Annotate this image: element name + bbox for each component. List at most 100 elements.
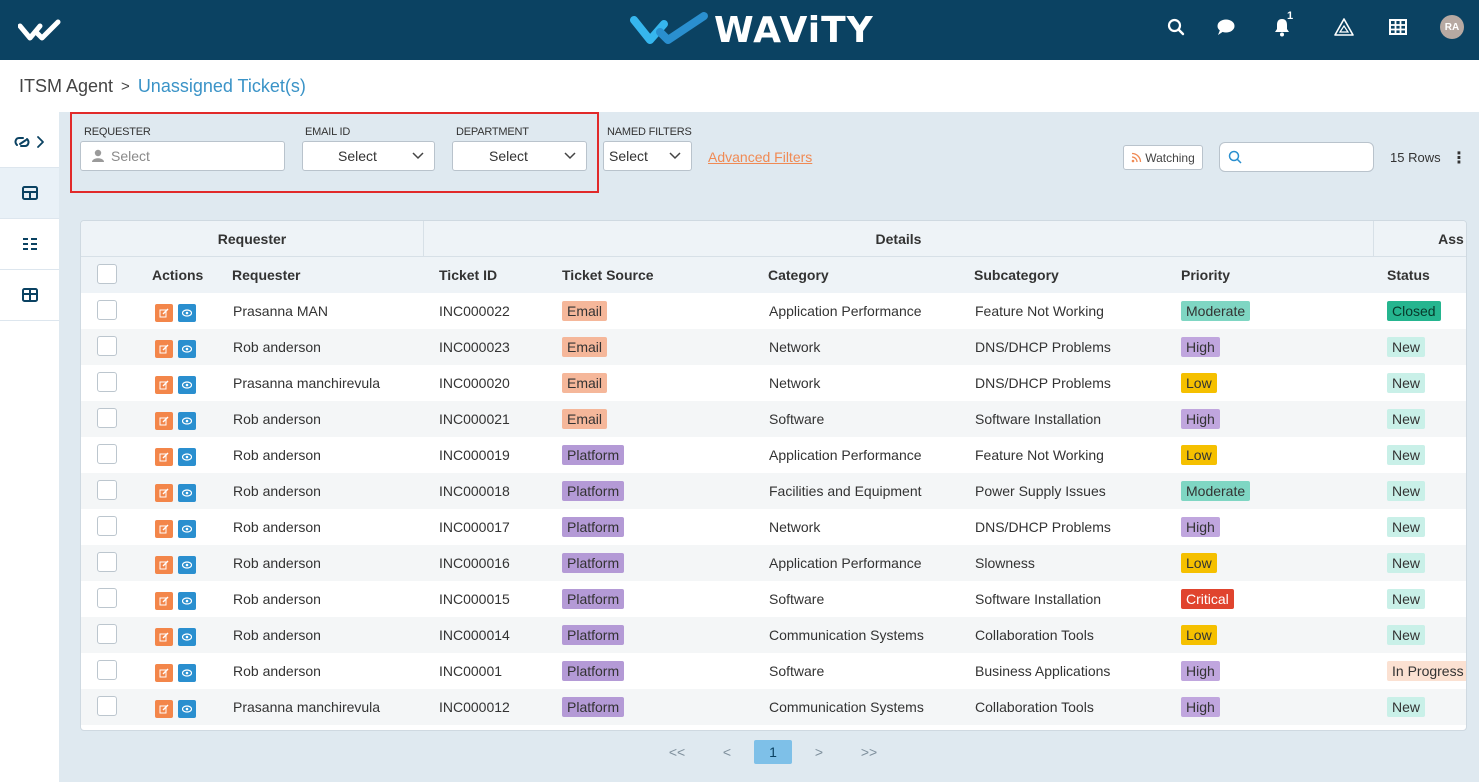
table-row[interactable]: Rob anderson INC000021 Email Software Softwa… <box>81 401 1466 437</box>
table-row[interactable]: Rob anderson INC000018 Platform Facilities … <box>81 473 1466 509</box>
edit-icon[interactable] <box>155 484 173 502</box>
cell-category: Application Performance <box>769 303 922 319</box>
cell-requester: Rob anderson <box>233 627 321 643</box>
row-checkbox[interactable] <box>97 300 117 320</box>
cell-ticket-id[interactable]: INC000020 <box>439 365 510 401</box>
cell-ticket-id[interactable]: INC000017 <box>439 509 510 545</box>
cell-ticket-id[interactable]: INC000014 <box>439 617 510 653</box>
cell-ticket-id[interactable]: INC000016 <box>439 545 510 581</box>
cell-ticket-id[interactable]: INC000012 <box>439 689 510 725</box>
rail-table-view[interactable] <box>0 168 59 219</box>
table-row[interactable]: Prasanna manchirevula INC000020 Email Netwo… <box>81 365 1466 401</box>
col-ticket-id[interactable]: Ticket ID <box>439 257 497 293</box>
view-icon[interactable] <box>178 412 196 430</box>
row-checkbox[interactable] <box>97 480 117 500</box>
table-row[interactable]: Rob anderson INC000016 Platform Application… <box>81 545 1466 581</box>
edit-icon[interactable] <box>155 628 173 646</box>
col-status[interactable]: Status <box>1387 257 1430 293</box>
apps-grid-icon[interactable] <box>1385 14 1411 40</box>
next-page-button[interactable]: > <box>809 740 829 764</box>
table-row[interactable]: Rob anderson INC000014 Platform Communicati… <box>81 617 1466 653</box>
requester-filter-input[interactable]: Select <box>80 141 285 171</box>
select-all-checkbox[interactable] <box>97 264 117 284</box>
row-checkbox[interactable] <box>97 408 117 428</box>
prev-page-button[interactable]: < <box>717 740 737 764</box>
rows-count[interactable]: 15 Rows <box>1390 150 1441 165</box>
col-requester[interactable]: Requester <box>232 257 300 293</box>
edit-icon[interactable] <box>155 304 173 322</box>
row-checkbox[interactable] <box>97 552 117 572</box>
edit-icon[interactable] <box>155 412 173 430</box>
cell-ticket-id[interactable]: INC000021 <box>439 401 510 437</box>
first-page-button[interactable]: << <box>667 740 687 764</box>
table-row[interactable]: Rob anderson INC000015 Platform Software Sof… <box>81 581 1466 617</box>
warning-triangle-icon[interactable] <box>1331 14 1357 40</box>
view-icon[interactable] <box>178 448 196 466</box>
user-avatar[interactable]: RA <box>1440 15 1464 39</box>
cell-ticket-id[interactable]: INC000015 <box>439 581 510 617</box>
table-row[interactable]: Rob anderson INC00001 Platform Software Busi… <box>81 653 1466 689</box>
edit-icon[interactable] <box>155 520 173 538</box>
table-row[interactable]: Prasanna MAN INC000022 Email Application Pe… <box>81 293 1466 329</box>
advanced-filters-link[interactable]: Advanced Filters <box>708 149 812 165</box>
row-checkbox[interactable] <box>97 588 117 608</box>
board-icon <box>21 288 38 302</box>
email-filter-select[interactable]: Select <box>302 141 435 171</box>
view-icon[interactable] <box>178 592 196 610</box>
view-icon[interactable] <box>178 628 196 646</box>
wavity-small-logo-icon[interactable] <box>18 14 62 46</box>
cell-ticket-id[interactable]: INC00001 <box>439 653 502 689</box>
view-icon[interactable] <box>178 376 196 394</box>
cell-ticket-id[interactable]: INC000023 <box>439 329 510 365</box>
col-category[interactable]: Category <box>768 257 829 293</box>
view-icon[interactable] <box>178 556 196 574</box>
cell-ticket-id[interactable]: INC000019 <box>439 437 510 473</box>
edit-icon[interactable] <box>155 700 173 718</box>
rail-board-view[interactable] <box>0 270 59 321</box>
view-icon[interactable] <box>178 520 196 538</box>
edit-icon[interactable] <box>155 556 173 574</box>
watching-button[interactable]: Watching <box>1123 145 1203 170</box>
row-checkbox[interactable] <box>97 696 117 716</box>
more-options-icon[interactable]: ⋮ <box>1451 148 1467 168</box>
edit-icon[interactable] <box>155 664 173 682</box>
current-page-button[interactable]: 1 <box>754 740 792 764</box>
edit-icon[interactable] <box>155 592 173 610</box>
department-filter-select[interactable]: Select <box>452 141 587 171</box>
edit-icon[interactable] <box>155 376 173 394</box>
col-priority[interactable]: Priority <box>1181 257 1230 293</box>
table-row[interactable]: Rob anderson INC000023 Email Network DNS/DHC… <box>81 329 1466 365</box>
rail-link-expand[interactable] <box>0 117 59 168</box>
rail-list-view[interactable] <box>0 219 59 270</box>
edit-icon[interactable] <box>155 448 173 466</box>
edit-icon[interactable] <box>155 340 173 358</box>
view-icon[interactable] <box>178 484 196 502</box>
row-checkbox[interactable] <box>97 372 117 392</box>
view-icon[interactable] <box>178 304 196 322</box>
col-ticket-source[interactable]: Ticket Source <box>562 257 654 293</box>
notification-bell-icon[interactable]: 1 <box>1269 10 1295 40</box>
cell-ticket-id[interactable]: INC000022 <box>439 293 510 329</box>
row-checkbox[interactable] <box>97 660 117 680</box>
last-page-button[interactable]: >> <box>857 740 881 764</box>
row-checkbox[interactable] <box>97 624 117 644</box>
view-icon[interactable] <box>178 664 196 682</box>
col-subcategory[interactable]: Subcategory <box>974 257 1059 293</box>
view-icon[interactable] <box>178 340 196 358</box>
table-search-input[interactable] <box>1219 142 1374 172</box>
row-checkbox[interactable] <box>97 444 117 464</box>
cell-ticket-id[interactable]: INC000018 <box>439 473 510 509</box>
cell-requester: Rob anderson <box>233 555 321 571</box>
cell-requester: Rob anderson <box>233 411 321 427</box>
table-row[interactable]: Prasanna manchirevula INC000012 Platform Co… <box>81 689 1466 725</box>
search-icon[interactable] <box>1163 14 1189 40</box>
row-checkbox[interactable] <box>97 336 117 356</box>
chat-icon[interactable] <box>1213 14 1239 40</box>
table-row[interactable]: Rob anderson INC000017 Platform Network DNS/… <box>81 509 1466 545</box>
table-row[interactable]: Rob anderson INC000019 Platform Application… <box>81 437 1466 473</box>
named-filters-label: NAMED FILTERS <box>607 126 692 138</box>
row-checkbox[interactable] <box>97 516 117 536</box>
breadcrumb-root[interactable]: ITSM Agent <box>19 76 113 97</box>
named-filters-select[interactable]: Select <box>603 141 692 171</box>
view-icon[interactable] <box>178 700 196 718</box>
